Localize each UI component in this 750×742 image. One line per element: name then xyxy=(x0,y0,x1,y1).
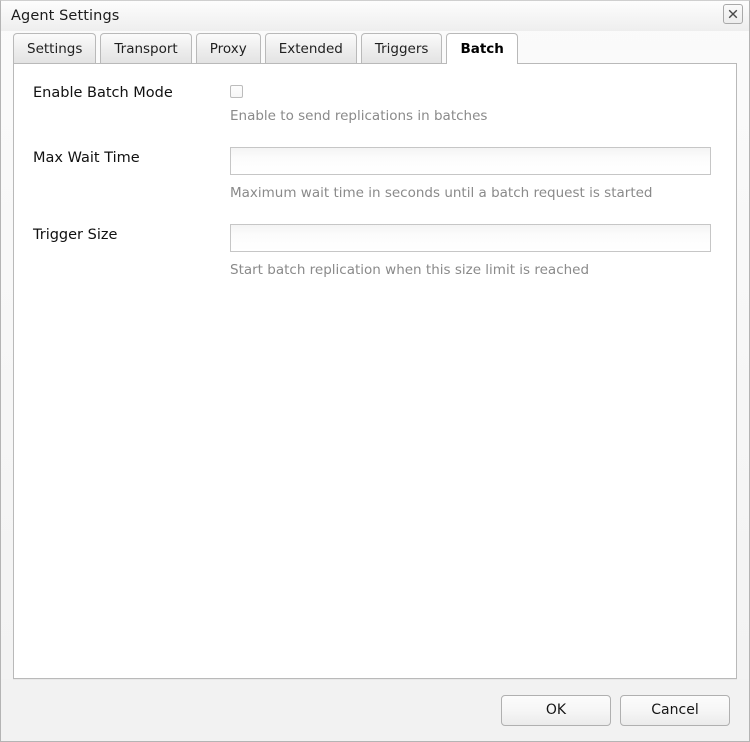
max-wait-time-label: Max Wait Time xyxy=(33,150,140,166)
tab-transport[interactable]: Transport xyxy=(100,33,192,63)
enable-batch-mode-field: Enable to send replications in batches xyxy=(230,82,711,125)
form-row-max-wait-time: Max Wait Time Maximum wait time in secon… xyxy=(14,147,736,202)
tab-extended[interactable]: Extended xyxy=(264,33,357,63)
form-row-enable-batch-mode: Enable Batch Mode Enable to send replica… xyxy=(14,82,736,125)
max-wait-time-input[interactable] xyxy=(230,147,711,175)
tab-batch-label: Batch xyxy=(460,41,504,57)
cancel-button[interactable]: Cancel xyxy=(620,694,730,726)
trigger-size-field: Start batch replication when this size l… xyxy=(230,224,711,279)
trigger-size-input[interactable] xyxy=(230,224,711,252)
max-wait-time-help: Maximum wait time in seconds until a bat… xyxy=(230,185,653,201)
agent-settings-dialog: Agent Settings Settings Transport Proxy … xyxy=(0,0,750,742)
form-row-trigger-size: Trigger Size Start batch replication whe… xyxy=(14,224,736,279)
enable-batch-mode-label: Enable Batch Mode xyxy=(33,85,173,101)
enable-batch-mode-checkbox[interactable] xyxy=(230,85,243,98)
cancel-button-label: Cancel xyxy=(651,702,699,718)
trigger-size-help: Start batch replication when this size l… xyxy=(230,262,590,278)
batch-settings-form: Enable Batch Mode Enable to send replica… xyxy=(14,64,736,279)
tab-settings[interactable]: Settings xyxy=(13,33,97,63)
tab-settings-label: Settings xyxy=(27,40,83,57)
tab-content-wrapper: Enable Batch Mode Enable to send replica… xyxy=(1,63,749,679)
dialog-button-bar: OK Cancel xyxy=(1,679,749,741)
ok-button-label: OK xyxy=(545,702,567,718)
form-spacer xyxy=(14,202,736,224)
trigger-size-label: Trigger Size xyxy=(33,227,118,243)
tab-triggers[interactable]: Triggers xyxy=(360,33,443,63)
ok-button[interactable]: OK xyxy=(501,694,611,726)
enable-batch-mode-help: Enable to send replications in batches xyxy=(230,108,488,124)
tab-extended-label: Extended xyxy=(278,40,343,57)
tab-strip: Settings Transport Proxy Extended Trigge… xyxy=(1,31,749,64)
close-icon[interactable] xyxy=(723,4,743,24)
tab-proxy[interactable]: Proxy xyxy=(195,33,261,63)
tab-triggers-label: Triggers xyxy=(374,40,429,57)
max-wait-time-field: Maximum wait time in seconds until a bat… xyxy=(230,147,711,202)
title-bar: Agent Settings xyxy=(1,1,749,31)
tab-proxy-label: Proxy xyxy=(209,40,247,57)
window-title: Agent Settings xyxy=(11,7,120,24)
tab-transport-label: Transport xyxy=(114,40,178,57)
form-spacer xyxy=(14,125,736,147)
batch-tab-panel: Enable Batch Mode Enable to send replica… xyxy=(13,63,737,679)
tab-batch[interactable]: Batch xyxy=(446,33,518,64)
